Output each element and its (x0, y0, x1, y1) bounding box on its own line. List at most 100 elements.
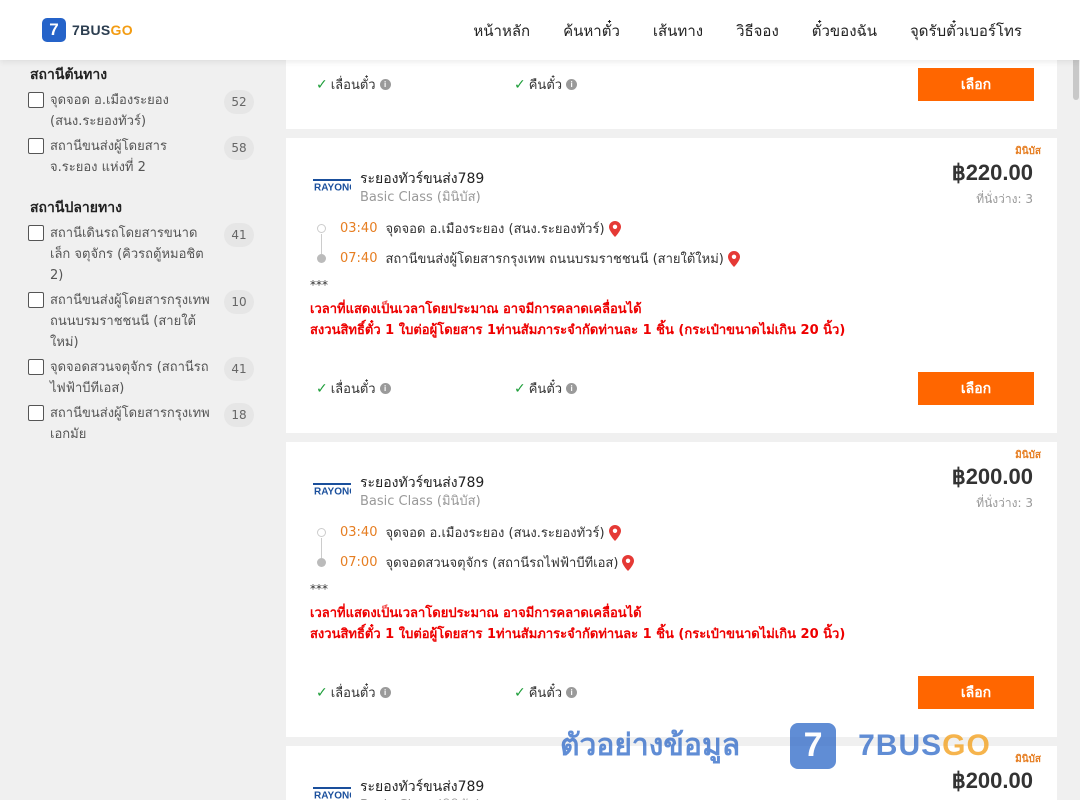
arrive-stop: 07:40 สถานีขนส่งผู้โดยสารกรุงเทพ ถนนบรมร… (340, 248, 740, 269)
seats-available: ที่นั่งว่าง: 3 (976, 496, 1033, 510)
info-icon[interactable]: i (566, 79, 578, 90)
info-icon[interactable]: i (379, 79, 391, 90)
filter-checkbox[interactable] (28, 292, 44, 308)
filter-checkbox[interactable] (28, 405, 44, 421)
arrive-time: 07:40 (340, 251, 378, 266)
filter-label: สถานีขนส่งผู้โดยสารกรุงเทพ ถนนบรมราชชนนี… (50, 293, 210, 350)
arrive-dot (317, 558, 326, 567)
svg-text:RAYONG: RAYONG (314, 183, 351, 194)
check-icon: ✓ (316, 76, 328, 93)
main-nav: หน้าหลัก ค้นหาตั๋ว เส้นทาง วิธีจอง ตั๋วข… (440, 19, 1022, 43)
origin-filter-item[interactable]: สถานีขนส่งผู้โดยสาร จ.ระยอง แห่งที่ 2 58 (28, 136, 254, 178)
destination-filter-item[interactable]: จุดจอดสวนจตุจักร (สถานีรถไฟฟ้าบีทีเอส) 4… (28, 357, 254, 399)
arrive-stop-name: จุดจอดสวนจตุจักร (สถานีรถไฟฟ้าบีทีเอส) (385, 556, 619, 571)
logo-mark: 7 (42, 18, 66, 42)
filter-count-badge: 58 (224, 136, 254, 160)
trip-price: ฿220.00 (951, 160, 1033, 185)
feature-refund-ticket: ✓ คืนตั๋ว i (514, 682, 578, 703)
operator-logo-icon: RAYONG (313, 177, 351, 193)
depart-stop-name: จุดจอด อ.เมืองระยอง (สนง.ระยองทัวร์) (385, 222, 605, 237)
check-icon: ✓ (316, 380, 328, 397)
info-icon[interactable]: i (379, 687, 391, 698)
bus-type-tag: มินิบัส (1015, 450, 1041, 461)
arrive-time: 07:00 (340, 555, 378, 570)
filter-count-badge: 52 (224, 90, 254, 114)
depart-stop: 03:40 จุดจอด อ.เมืองระยอง (สนง.ระยองทัวร… (340, 522, 621, 543)
filter-checkbox[interactable] (28, 225, 44, 241)
filter-count-badge: 41 (224, 223, 254, 247)
info-icon[interactable]: i (566, 687, 578, 698)
note-marker: *** (310, 582, 328, 596)
top-header: 7 7BUSGO หน้าหลัก ค้นหาตั๋ว เส้นทาง วิธี… (0, 0, 1080, 60)
filter-label: จุดจอดสวนจตุจักร (สถานีรถไฟฟ้าบีทีเอส) (50, 360, 209, 396)
nav-routes[interactable]: เส้นทาง (653, 19, 703, 43)
info-icon[interactable]: i (379, 383, 391, 394)
note-estimated-time: เวลาที่แสดงเป็นเวลาโดยประมาณ อาจมีการคลา… (310, 606, 642, 621)
depart-time: 03:40 (340, 525, 378, 540)
operator-logo-icon: RAYONG (313, 481, 351, 497)
origin-filter-title: สถานีต้นทาง (30, 67, 108, 83)
filter-label: สถานีขนส่งผู้โดยสาร จ.ระยอง แห่งที่ 2 (50, 139, 167, 175)
depart-time: 03:40 (340, 221, 378, 236)
arrive-stop-name: สถานีขนส่งผู้โดยสารกรุงเทพ ถนนบรมราชชนนี… (385, 252, 724, 267)
bus-class: Basic Class (มินิบัส) (360, 794, 481, 800)
filter-label: จุดจอด อ.เมืองระยอง (สนง.ระยองทัวร์) (50, 93, 169, 129)
feature-change-ticket: ✓ เลื่อนตั๋ว i (316, 74, 391, 95)
bus-class: Basic Class (มินิบัส) (360, 190, 481, 205)
select-trip-button[interactable]: เลือก (918, 68, 1034, 101)
note-luggage-limit: สงวนสิทธิ์ตั๋ว 1 ใบต่อผู้โดยสาร 1ท่านสัม… (310, 627, 846, 642)
arrive-dot (317, 254, 326, 263)
feature-refund-ticket: ✓ คืนตั๋ว i (514, 74, 578, 95)
filter-label: สถานีเดินรถโดยสารขนาดเล็ก จตุจักร (คิวรถ… (50, 226, 204, 283)
depart-dot (317, 528, 326, 537)
page-scrollbar[interactable] (1072, 40, 1080, 800)
filter-checkbox[interactable] (28, 359, 44, 375)
map-pin-icon[interactable] (727, 250, 740, 267)
note-marker: *** (310, 278, 328, 292)
filter-count-badge: 41 (224, 357, 254, 381)
bus-type-tag: มินิบัส (1015, 754, 1041, 765)
depart-stop-name: จุดจอด อ.เมืองระยอง (สนง.ระยองทัวร์) (385, 526, 605, 541)
destination-filter-item[interactable]: สถานีขนส่งผู้โดยสารกรุงเทพ ถนนบรมราชชนนี… (28, 290, 254, 353)
trip-card: มินิบัส RAYONG ระยองทัวร์ขนส่ง789 Basic … (286, 442, 1057, 737)
destination-filter-item[interactable]: สถานีเดินรถโดยสารขนาดเล็ก จตุจักร (คิวรถ… (28, 223, 254, 286)
nav-my-tickets[interactable]: ตั๋วของฉัน (812, 19, 877, 43)
filter-sidebar: สถานีต้นทาง จุดจอด อ.เมืองระยอง (สนง.ระย… (0, 60, 270, 800)
nav-how-to-book[interactable]: วิธีจอง (736, 19, 779, 43)
depart-stop: 03:40 จุดจอด อ.เมืองระยอง (สนง.ระยองทัวร… (340, 218, 621, 239)
feature-change-ticket: ✓ เลื่อนตั๋ว i (316, 378, 391, 399)
origin-filter-item[interactable]: จุดจอด อ.เมืองระยอง (สนง.ระยองทัวร์) 52 (28, 90, 254, 132)
feature-refund-ticket: ✓ คืนตั๋ว i (514, 378, 578, 399)
bus-class: Basic Class (มินิบัส) (360, 494, 481, 509)
trip-price: ฿200.00 (951, 768, 1033, 793)
filter-checkbox[interactable] (28, 92, 44, 108)
check-icon: ✓ (514, 380, 526, 397)
map-pin-icon[interactable] (608, 220, 621, 237)
seats-available: ที่นั่งว่าง: 3 (976, 192, 1033, 206)
route-line (321, 538, 322, 558)
feature-change-ticket: ✓ เลื่อนตั๋ว i (316, 682, 391, 703)
svg-text:RAYONG: RAYONG (314, 487, 351, 498)
filter-checkbox[interactable] (28, 138, 44, 154)
logo-text: 7BUSGO (72, 22, 133, 38)
select-trip-button[interactable]: เลือก (918, 676, 1034, 709)
nav-search-ticket[interactable]: ค้นหาตั๋ว (563, 19, 620, 43)
note-luggage-limit: สงวนสิทธิ์ตั๋ว 1 ใบต่อผู้โดยสาร 1ท่านสัม… (310, 323, 846, 338)
site-logo[interactable]: 7 7BUSGO (42, 18, 133, 42)
depart-dot (317, 224, 326, 233)
check-icon: ✓ (514, 684, 526, 701)
select-trip-button[interactable]: เลือก (918, 372, 1034, 405)
trip-price: ฿200.00 (951, 464, 1033, 489)
nav-pickup-points[interactable]: จุดรับตั๋วเบอร์โทร (910, 19, 1022, 43)
info-icon[interactable]: i (566, 383, 578, 394)
arrive-stop: 07:00 จุดจอดสวนจตุจักร (สถานีรถไฟฟ้าบีที… (340, 552, 635, 573)
destination-filter-title: สถานีปลายทาง (30, 200, 122, 216)
map-pin-icon[interactable] (622, 554, 635, 571)
map-pin-icon[interactable] (608, 524, 621, 541)
nav-home[interactable]: หน้าหลัก (473, 19, 530, 43)
destination-filter-item[interactable]: สถานีขนส่งผู้โดยสารกรุงเทพ เอกมัย 18 (28, 403, 254, 445)
filter-count-badge: 10 (224, 290, 254, 314)
trip-card: มินิบัส RAYONG ระยองทัวร์ขนส่ง789 Basic … (286, 138, 1057, 433)
filter-label: สถานีขนส่งผู้โดยสารกรุงเทพ เอกมัย (50, 406, 210, 442)
bus-type-tag: มินิบัส (1015, 146, 1041, 157)
